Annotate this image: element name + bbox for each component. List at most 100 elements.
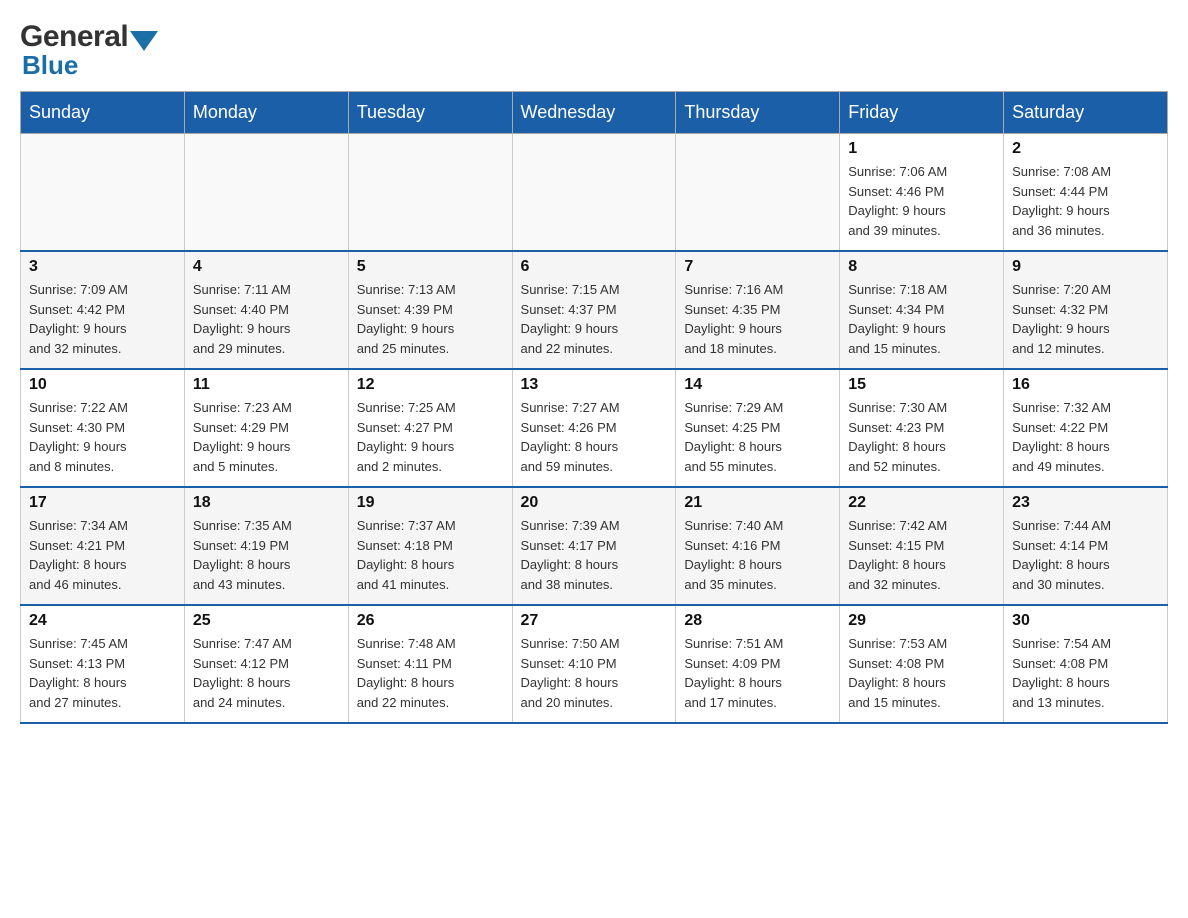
calendar-cell: 21 Sunrise: 7:40 AMSunset: 4:16 PMDayligh…	[676, 487, 840, 605]
day-number: 13	[521, 376, 668, 394]
day-info: Sunrise: 7:37 AMSunset: 4:18 PMDaylight:…	[357, 516, 504, 594]
calendar-cell: 26 Sunrise: 7:48 AMSunset: 4:11 PMDayligh…	[348, 605, 512, 723]
calendar-cell: 17 Sunrise: 7:34 AMSunset: 4:21 PMDayligh…	[21, 487, 185, 605]
day-number: 7	[684, 258, 831, 276]
day-number: 6	[521, 258, 668, 276]
calendar-cell: 9 Sunrise: 7:20 AMSunset: 4:32 PMDaylight…	[1004, 251, 1168, 369]
calendar-cell: 27 Sunrise: 7:50 AMSunset: 4:10 PMDayligh…	[512, 605, 676, 723]
day-info: Sunrise: 7:06 AMSunset: 4:46 PMDaylight:…	[848, 162, 995, 240]
day-info: Sunrise: 7:23 AMSunset: 4:29 PMDaylight:…	[193, 398, 340, 476]
calendar-cell: 25 Sunrise: 7:47 AMSunset: 4:12 PMDayligh…	[184, 605, 348, 723]
day-number: 17	[29, 494, 176, 512]
calendar-cell	[21, 134, 185, 252]
calendar-cell: 29 Sunrise: 7:53 AMSunset: 4:08 PMDayligh…	[840, 605, 1004, 723]
day-number: 14	[684, 376, 831, 394]
day-number: 5	[357, 258, 504, 276]
day-number: 21	[684, 494, 831, 512]
day-number: 18	[193, 494, 340, 512]
day-info: Sunrise: 7:53 AMSunset: 4:08 PMDaylight:…	[848, 634, 995, 712]
day-info: Sunrise: 7:16 AMSunset: 4:35 PMDaylight:…	[684, 280, 831, 358]
calendar-cell: 6 Sunrise: 7:15 AMSunset: 4:37 PMDaylight…	[512, 251, 676, 369]
day-number: 12	[357, 376, 504, 394]
day-number: 1	[848, 140, 995, 158]
day-number: 4	[193, 258, 340, 276]
day-number: 10	[29, 376, 176, 394]
day-info: Sunrise: 7:42 AMSunset: 4:15 PMDaylight:…	[848, 516, 995, 594]
calendar-cell: 5 Sunrise: 7:13 AMSunset: 4:39 PMDaylight…	[348, 251, 512, 369]
calendar-cell: 24 Sunrise: 7:45 AMSunset: 4:13 PMDayligh…	[21, 605, 185, 723]
day-info: Sunrise: 7:29 AMSunset: 4:25 PMDaylight:…	[684, 398, 831, 476]
weekday-header-monday: Monday	[184, 92, 348, 134]
day-info: Sunrise: 7:22 AMSunset: 4:30 PMDaylight:…	[29, 398, 176, 476]
day-number: 25	[193, 612, 340, 630]
day-info: Sunrise: 7:48 AMSunset: 4:11 PMDaylight:…	[357, 634, 504, 712]
calendar-week-row: 1 Sunrise: 7:06 AMSunset: 4:46 PMDaylight…	[21, 134, 1168, 252]
weekday-header-friday: Friday	[840, 92, 1004, 134]
day-number: 28	[684, 612, 831, 630]
day-info: Sunrise: 7:47 AMSunset: 4:12 PMDaylight:…	[193, 634, 340, 712]
calendar-cell: 16 Sunrise: 7:32 AMSunset: 4:22 PMDayligh…	[1004, 369, 1168, 487]
day-info: Sunrise: 7:30 AMSunset: 4:23 PMDaylight:…	[848, 398, 995, 476]
calendar-cell	[512, 134, 676, 252]
day-number: 11	[193, 376, 340, 394]
day-info: Sunrise: 7:11 AMSunset: 4:40 PMDaylight:…	[193, 280, 340, 358]
calendar-cell: 23 Sunrise: 7:44 AMSunset: 4:14 PMDayligh…	[1004, 487, 1168, 605]
day-info: Sunrise: 7:32 AMSunset: 4:22 PMDaylight:…	[1012, 398, 1159, 476]
day-info: Sunrise: 7:08 AMSunset: 4:44 PMDaylight:…	[1012, 162, 1159, 240]
day-number: 8	[848, 258, 995, 276]
calendar-cell: 8 Sunrise: 7:18 AMSunset: 4:34 PMDaylight…	[840, 251, 1004, 369]
calendar-cell: 7 Sunrise: 7:16 AMSunset: 4:35 PMDaylight…	[676, 251, 840, 369]
calendar-cell: 2 Sunrise: 7:08 AMSunset: 4:44 PMDaylight…	[1004, 134, 1168, 252]
page-header: General Blue	[20, 20, 1168, 81]
weekday-header-thursday: Thursday	[676, 92, 840, 134]
day-info: Sunrise: 7:39 AMSunset: 4:17 PMDaylight:…	[521, 516, 668, 594]
weekday-header-saturday: Saturday	[1004, 92, 1168, 134]
calendar-cell: 13Sunrise: 7:27 AMSunset: 4:26 PMDayligh…	[512, 369, 676, 487]
day-info: Sunrise: 7:44 AMSunset: 4:14 PMDaylight:…	[1012, 516, 1159, 594]
day-number: 9	[1012, 258, 1159, 276]
calendar-cell	[348, 134, 512, 252]
calendar-week-row: 3Sunrise: 7:09 AMSunset: 4:42 PMDaylight…	[21, 251, 1168, 369]
day-info: Sunrise: 7:35 AMSunset: 4:19 PMDaylight:…	[193, 516, 340, 594]
calendar-week-row: 17 Sunrise: 7:34 AMSunset: 4:21 PMDayligh…	[21, 487, 1168, 605]
day-number: 24	[29, 612, 176, 630]
day-number: 29	[848, 612, 995, 630]
day-number: 26	[357, 612, 504, 630]
calendar-cell: 15 Sunrise: 7:30 AMSunset: 4:23 PMDayligh…	[840, 369, 1004, 487]
calendar-cell: 10 Sunrise: 7:22 AMSunset: 4:30 PMDayligh…	[21, 369, 185, 487]
calendar-cell: 14 Sunrise: 7:29 AMSunset: 4:25 PMDayligh…	[676, 369, 840, 487]
day-info: Sunrise: 7:34 AMSunset: 4:21 PMDaylight:…	[29, 516, 176, 594]
weekday-header-sunday: Sunday	[21, 92, 185, 134]
day-number: 16	[1012, 376, 1159, 394]
day-info: Sunrise: 7:50 AMSunset: 4:10 PMDaylight:…	[521, 634, 668, 712]
calendar-cell: 12Sunrise: 7:25 AMSunset: 4:27 PMDayligh…	[348, 369, 512, 487]
day-number: 23	[1012, 494, 1159, 512]
calendar-cell: 30Sunrise: 7:54 AMSunset: 4:08 PMDayligh…	[1004, 605, 1168, 723]
day-info: Sunrise: 7:51 AMSunset: 4:09 PMDaylight:…	[684, 634, 831, 712]
calendar-cell	[676, 134, 840, 252]
day-number: 27	[521, 612, 668, 630]
calendar-cell	[184, 134, 348, 252]
day-number: 15	[848, 376, 995, 394]
calendar-cell: 3Sunrise: 7:09 AMSunset: 4:42 PMDaylight…	[21, 251, 185, 369]
calendar-week-row: 24 Sunrise: 7:45 AMSunset: 4:13 PMDayligh…	[21, 605, 1168, 723]
calendar-cell: 18 Sunrise: 7:35 AMSunset: 4:19 PMDayligh…	[184, 487, 348, 605]
day-info: Sunrise: 7:40 AMSunset: 4:16 PMDaylight:…	[684, 516, 831, 594]
calendar-cell: 4 Sunrise: 7:11 AMSunset: 4:40 PMDaylight…	[184, 251, 348, 369]
logo-blue-text: Blue	[22, 50, 158, 81]
day-info: Sunrise: 7:54 AMSunset: 4:08 PMDaylight:…	[1012, 634, 1159, 712]
logo-general-text: General	[20, 20, 128, 54]
calendar-week-row: 10 Sunrise: 7:22 AMSunset: 4:30 PMDayligh…	[21, 369, 1168, 487]
day-number: 3	[29, 258, 176, 276]
weekday-header-tuesday: Tuesday	[348, 92, 512, 134]
day-info: Sunrise: 7:13 AMSunset: 4:39 PMDaylight:…	[357, 280, 504, 358]
day-number: 2	[1012, 140, 1159, 158]
day-info: Sunrise: 7:18 AMSunset: 4:34 PMDaylight:…	[848, 280, 995, 358]
day-number: 20	[521, 494, 668, 512]
day-info: Sunrise: 7:20 AMSunset: 4:32 PMDaylight:…	[1012, 280, 1159, 358]
calendar-header-row: SundayMondayTuesdayWednesdayThursdayFrid…	[21, 92, 1168, 134]
day-number: 19	[357, 494, 504, 512]
weekday-header-wednesday: Wednesday	[512, 92, 676, 134]
day-info: Sunrise: 7:45 AMSunset: 4:13 PMDaylight:…	[29, 634, 176, 712]
day-info: Sunrise: 7:15 AMSunset: 4:37 PMDaylight:…	[521, 280, 668, 358]
